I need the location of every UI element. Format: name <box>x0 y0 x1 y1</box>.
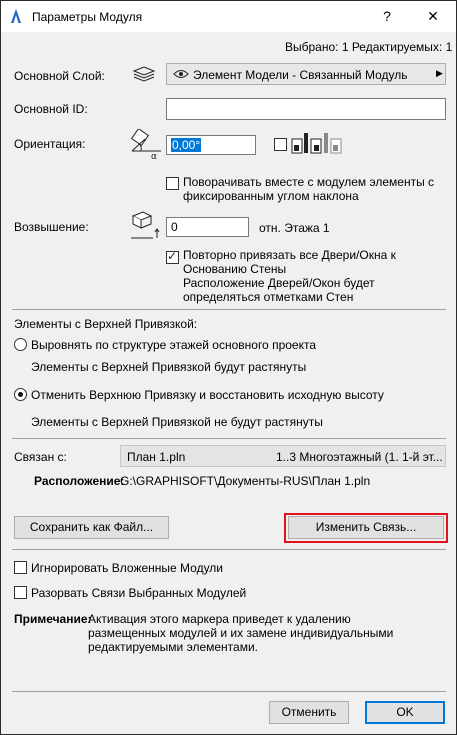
mirror-checkbox[interactable] <box>274 138 287 151</box>
orientation-label: Ориентация: <box>14 137 86 151</box>
elevation-icon <box>131 211 160 239</box>
orientation-value: 0,00° <box>171 138 202 152</box>
break-links-checkbox[interactable] <box>14 586 27 599</box>
location-label: Расположение: <box>34 474 125 488</box>
selection-info: Выбрано: 1 Редактируемых: 1 <box>285 40 453 54</box>
arrow-right-icon: ▶ <box>436 68 443 78</box>
separator <box>12 438 446 439</box>
separator <box>12 549 446 550</box>
separator <box>12 691 446 692</box>
separator <box>12 309 446 310</box>
reattach-doors-checkbox[interactable] <box>166 249 179 264</box>
reattach-doors-note: Расположение Дверей/Окон будет определят… <box>183 276 375 304</box>
main-id-label: Основной ID: <box>14 102 88 116</box>
module-settings-dialog: Параметры Модуля ? ✕ Выбрано: 1 Редактир… <box>0 0 457 735</box>
note-label: Примечание: <box>14 612 92 626</box>
cancel-top-link-radio[interactable] <box>14 388 27 401</box>
app-logo-icon <box>11 9 21 23</box>
note-text: Активация этого маркера приведет к удале… <box>88 612 394 654</box>
orientation-angle-icon: α <box>130 129 161 159</box>
elevation-label: Возвышение: <box>14 220 89 234</box>
elevation-input[interactable]: 0 <box>166 217 249 237</box>
ignore-nested-label: Игнорировать Вложенные Модули <box>31 561 224 575</box>
linked-file-box: План 1.pln 1..3 Многоэтажный (1. 1-й эт.… <box>120 445 446 467</box>
layer-stack-icon <box>132 66 156 82</box>
main-layer-label: Основной Слой: <box>14 69 105 83</box>
rotate-with-module-checkbox[interactable] <box>166 177 179 190</box>
location-path: G:\GRAPHISOFT\Документы-RUS\План 1.pln <box>120 474 371 488</box>
eye-icon <box>173 70 189 78</box>
close-button[interactable]: ✕ <box>410 1 456 32</box>
cancel-button[interactable]: Отменить <box>269 701 349 724</box>
cancel-top-link-label: Отменить Верхнюю Привязку и восстановить… <box>31 388 384 402</box>
ignore-nested-checkbox[interactable] <box>14 561 27 574</box>
main-layer-value: Элемент Модели - Связанный Модуль <box>193 68 408 82</box>
svg-text:α: α <box>151 152 157 159</box>
change-link-highlight <box>284 513 448 543</box>
help-button[interactable]: ? <box>364 1 410 32</box>
rotate-with-module-label: Поворачивать вместе с модулем элементы с… <box>183 175 435 203</box>
break-links-label: Разорвать Связи Выбранных Модулей <box>31 586 247 600</box>
main-id-input[interactable] <box>166 98 446 120</box>
linked-file-name: План 1.pln <box>127 450 186 464</box>
linked-to-label: Связан с: <box>14 450 67 464</box>
top-linked-heading: Элементы с Верхней Привязкой: <box>14 317 198 331</box>
reattach-doors-label: Повторно привязать все Двери/Окна к Осно… <box>183 248 396 276</box>
align-story-structure-label: Выровнять по структуре этажей основного … <box>31 338 317 352</box>
main-layer-dropdown[interactable]: Элемент Модели - Связанный Модуль ▶ <box>166 63 446 85</box>
linked-story-range: 1..3 Многоэтажный (1. 1-й эт... <box>276 450 443 464</box>
window-title: Параметры Модуля <box>32 10 143 24</box>
cancel-top-link-note: Элементы с Верхней Привязкой не будут ра… <box>31 415 323 429</box>
save-as-file-button[interactable]: Сохранить как Файл... <box>14 516 169 539</box>
ok-button[interactable]: OK <box>365 701 445 724</box>
align-story-structure-radio[interactable] <box>14 338 27 351</box>
elevation-ref-label: отн. Этажа 1 <box>259 221 330 235</box>
align-story-structure-note: Элементы с Верхней Привязкой будут растя… <box>31 360 307 374</box>
mirror-preview-icon <box>291 133 342 154</box>
orientation-input[interactable]: 0,00° <box>166 135 256 155</box>
title-bar: Параметры Модуля ? ✕ <box>1 1 456 32</box>
